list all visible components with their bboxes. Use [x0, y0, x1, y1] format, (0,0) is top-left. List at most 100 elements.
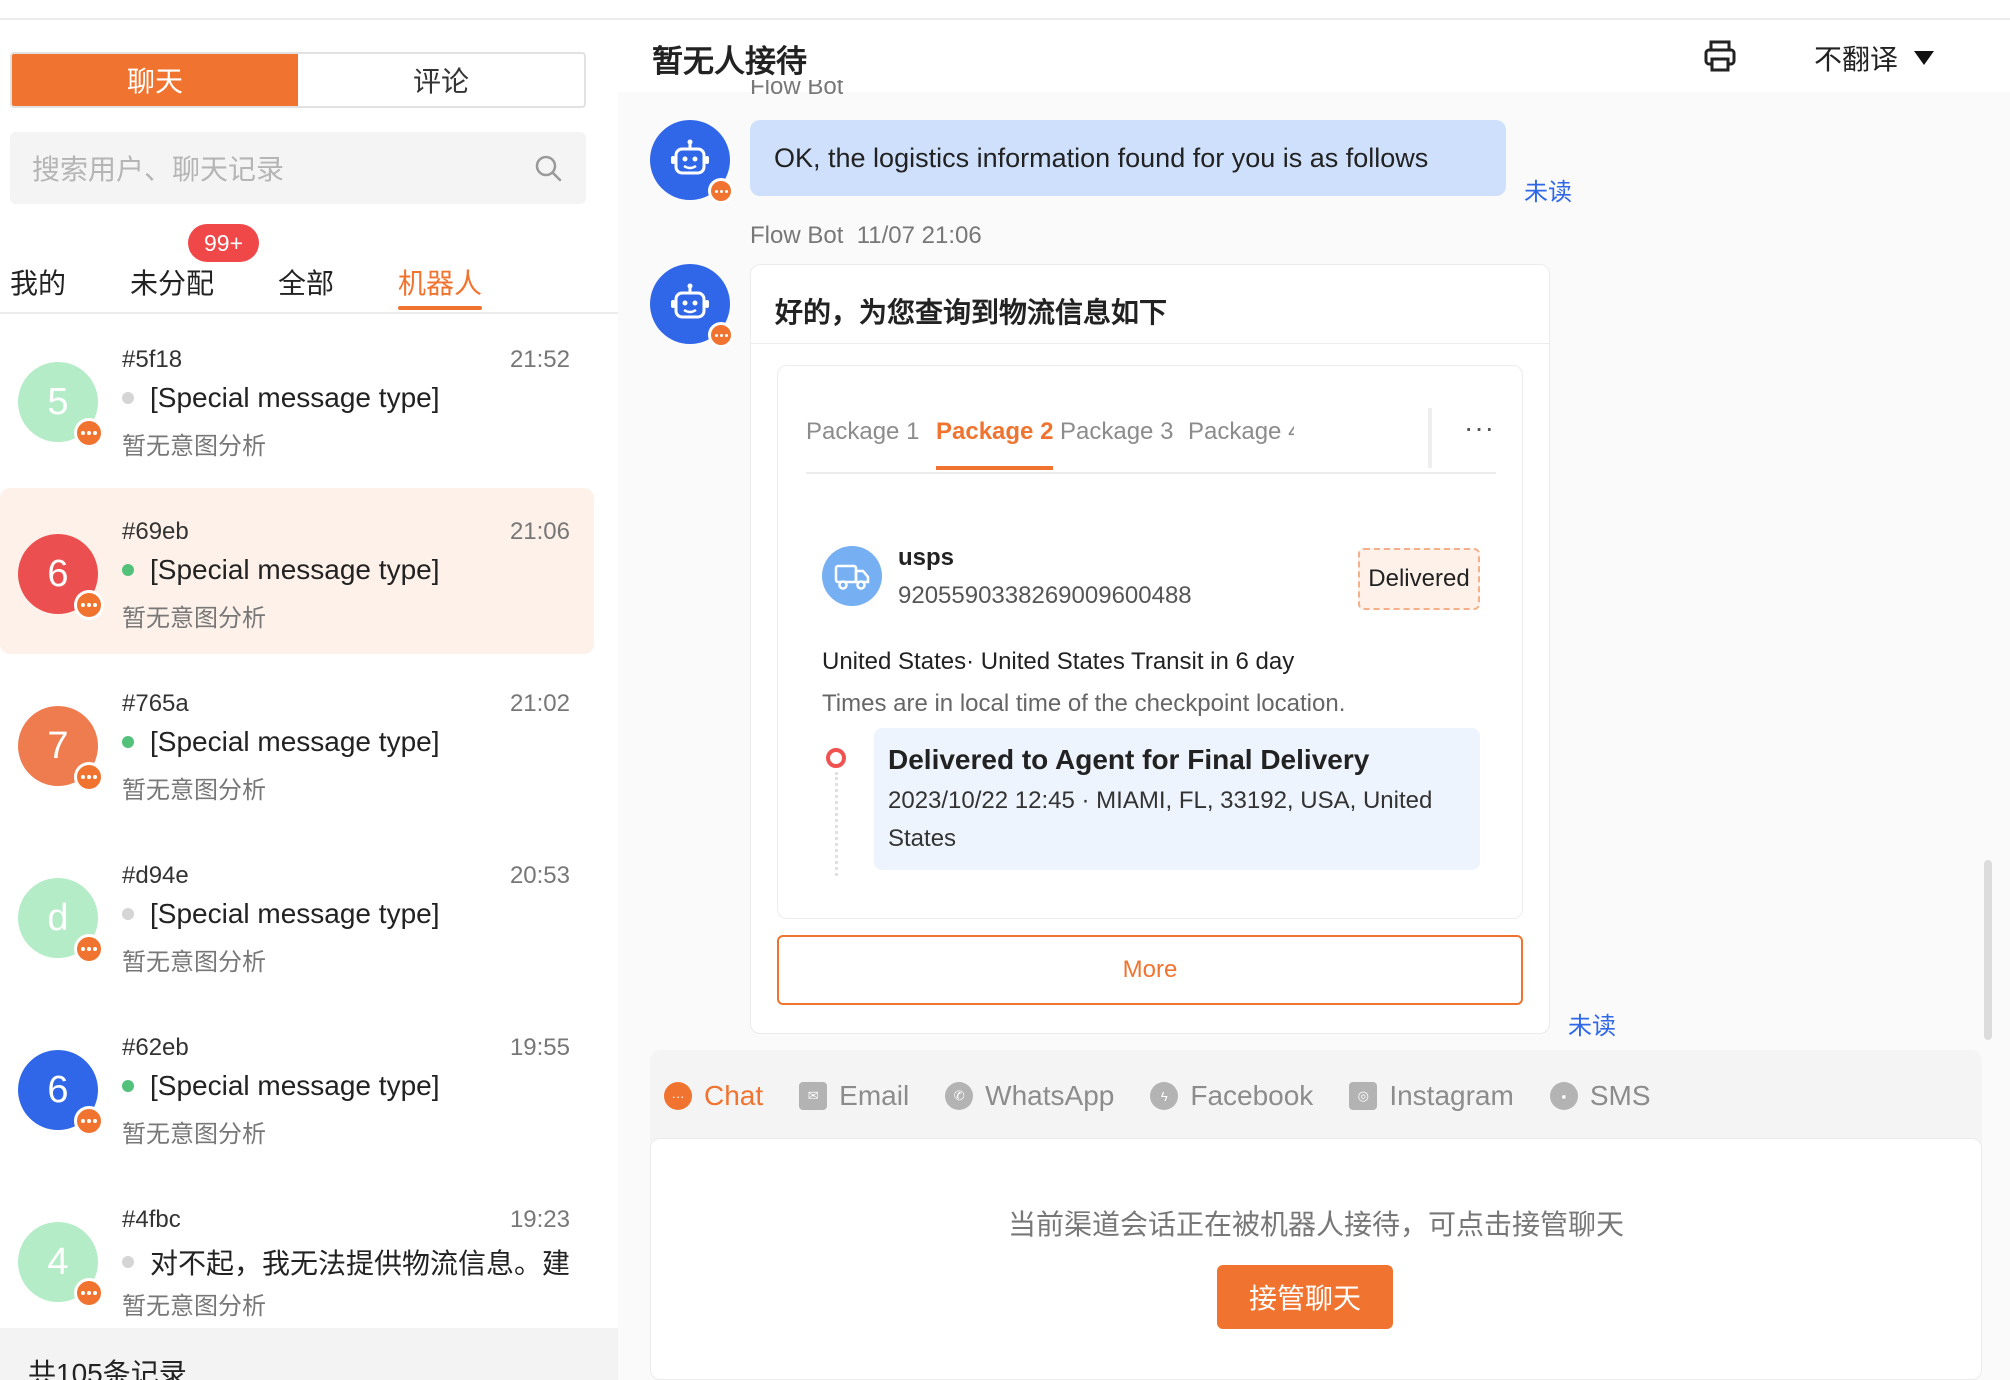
avatar-initial: 6 — [47, 552, 69, 595]
whatsapp-icon: ✆ — [945, 1082, 974, 1110]
search-input[interactable]: 搜索用户、聊天记录 — [32, 148, 532, 188]
conversation-time: 20:53 — [509, 862, 570, 889]
takeover-chat-button[interactable]: 接管聊天 — [1217, 1265, 1393, 1329]
chat-channel-icon — [74, 762, 104, 792]
conversation-time: 19:55 — [509, 1034, 570, 1061]
toggle-comment[interactable]: 评论 — [298, 54, 584, 106]
conversation-item[interactable]: 5 #5f18 21:52 [Special message type] 暂无意图分析 — [0, 316, 594, 482]
last-message-text: [Special message type] — [150, 382, 440, 413]
tab-unassigned-label: 未分配 — [130, 268, 215, 299]
more-button[interactable]: More — [777, 935, 1523, 1005]
avatar-initial: d — [47, 896, 69, 939]
channel-facebook-label: Facebook — [1190, 1080, 1314, 1111]
instagram-icon: ◎ — [1349, 1082, 1378, 1110]
conversation-item[interactable]: 4 #4fbc 19:23 对不起，我无法提供物流信息。建暂无意图分析 — [0, 1176, 594, 1342]
tab-package-3[interactable]: Package 3 — [1060, 418, 1173, 446]
avatar-initial: 7 — [47, 724, 69, 767]
event-detail: 2023/10/22 12:45 · MIAMI, FL, 33192, USA… — [888, 787, 1433, 852]
last-message-text: [Special message type] — [150, 1070, 440, 1101]
translate-label: 不翻译 — [1814, 44, 1899, 75]
chat-channel-icon — [708, 178, 734, 204]
chat-channel-icon — [74, 934, 104, 964]
caret-down-icon — [1914, 51, 1935, 65]
avatar: 6 — [18, 1050, 104, 1136]
chat-icon: ··· — [664, 1082, 692, 1110]
search-box[interactable]: 搜索用户、聊天记录 — [10, 132, 586, 204]
conversation-item[interactable]: 7 #765a 21:02 [Special message type] 暂无意图分析 — [0, 660, 594, 826]
intent-label: 暂无意图分析 — [122, 1293, 266, 1320]
last-message: [Special message type] — [122, 898, 572, 930]
last-message-text: 对不起，我无法提供物流信息。建 — [150, 1248, 571, 1279]
record-count: 共105条记录 — [28, 1358, 187, 1380]
tab-mine[interactable]: 我的 — [10, 262, 66, 302]
channel-instagram[interactable]: ◎ Instagram — [1349, 1080, 1514, 1112]
channel-sms[interactable]: ▪ SMS — [1549, 1080, 1651, 1112]
tab-all[interactable]: 全部 — [278, 262, 334, 302]
last-message: [Special message type] — [122, 1070, 572, 1102]
search-icon[interactable] — [532, 152, 564, 184]
conversation-item[interactable]: 6 #69eb 21:06 [Special message type] 暂无意图分析 — [0, 488, 594, 654]
bot-message-bubble: OK, the logistics information found for … — [750, 120, 1506, 196]
conversation-time: 19:23 — [509, 1206, 570, 1233]
channel-instagram-label: Instagram — [1389, 1080, 1514, 1111]
tab-bot[interactable]: 机器人 — [398, 262, 483, 310]
unread-label: 未读 — [1568, 1013, 1616, 1040]
channel-tabs: ··· Chat ✉ Email ✆ WhatsApp ϟ Facebook ◎ Inst… — [664, 1072, 1687, 1120]
channel-email[interactable]: ✉ Email — [799, 1080, 909, 1112]
avatar: d — [18, 878, 104, 964]
avatar: 4 — [18, 1222, 104, 1308]
timeline-dot — [826, 748, 846, 768]
last-message-text: [Special message type] — [150, 726, 440, 757]
conversation-panel: 聊天 评论 搜索用户、聊天记录 我的 未分配 99+ 全部 机器人 5 #5f18… — [0, 20, 618, 1380]
robot-icon — [671, 139, 709, 175]
last-message: [Special message type] — [122, 382, 572, 414]
tab-package-1[interactable]: Package 1 — [806, 418, 919, 446]
record-count-bar: 共105条记录 — [0, 1328, 618, 1380]
channel-facebook[interactable]: ϟ Facebook — [1150, 1080, 1313, 1112]
intent-label: 暂无意图分析 — [122, 1121, 266, 1148]
chat-channel-icon — [708, 322, 734, 348]
conversation-time: 21:52 — [509, 346, 570, 373]
card-divider — [751, 343, 1549, 344]
avatar-initial: 5 — [47, 380, 69, 423]
unassigned-count-badge: 99+ — [188, 224, 260, 262]
bot-handling-notice: 当前渠道会话正在被机器人接待，可点击接管聊天 — [1007, 1209, 1624, 1240]
bot-avatar — [650, 264, 734, 348]
unread-label: 未读 — [1524, 179, 1572, 206]
channel-whatsapp[interactable]: ✆ WhatsApp — [945, 1080, 1114, 1112]
package-tabs: Package 1 Package 2 Package 3 Package 4 … — [806, 408, 1496, 474]
conversation-item[interactable]: 6 #62eb 19:55 [Special message type] 暂无意图分析 — [0, 1004, 594, 1170]
avatar: 5 — [18, 362, 104, 448]
intent-label: 暂无意图分析 — [122, 433, 266, 460]
last-message-text: [Special message type] — [150, 554, 440, 585]
avatar: 7 — [18, 706, 104, 792]
channel-email-label: Email — [839, 1080, 910, 1111]
print-icon[interactable] — [1702, 38, 1738, 74]
logistics-card: 好的，为您查询到物流信息如下 Package 1 Package 2 Packa… — [750, 264, 1550, 1034]
event-title: Delivered to Agent for Final Delivery — [888, 744, 1370, 775]
tab-package-2[interactable]: Package 2 — [936, 418, 1054, 470]
conversation-id: #4fbc — [122, 1206, 181, 1233]
conversation-item[interactable]: d #d94e 20:53 [Special message type] 暂无意图分析 — [0, 832, 594, 998]
clipped-sender-name: Flow Bot — [750, 80, 844, 100]
channel-chat-label: Chat — [704, 1080, 764, 1111]
conversation-time: 21:02 — [509, 690, 570, 717]
chat-scrollbar[interactable] — [1984, 860, 1992, 1040]
translate-select[interactable]: 不翻译 — [1814, 38, 1935, 78]
toggle-chat[interactable]: 聊天 — [12, 54, 298, 106]
more-tabs-icon[interactable]: ··· — [1464, 412, 1495, 444]
transit-route: United States· United States Transit in … — [822, 648, 1295, 675]
channel-sms-label: SMS — [1589, 1080, 1651, 1111]
channel-chat[interactable]: ··· Chat — [664, 1080, 763, 1112]
status-dot — [122, 1256, 134, 1268]
tab-unassigned[interactable]: 未分配 99+ — [130, 224, 260, 302]
avatar-initial: 4 — [47, 1240, 69, 1283]
chat-channel-icon — [74, 1106, 104, 1136]
sender-name: Flow Bot — [750, 222, 844, 249]
channel-whatsapp-label: WhatsApp — [985, 1080, 1115, 1111]
chat-channel-icon — [74, 1278, 104, 1308]
tab-package-4[interactable]: Package 4 — [1188, 418, 1294, 446]
messenger-icon: ϟ — [1150, 1082, 1179, 1110]
tracking-event: Delivered to Agent for Final Delivery 20… — [874, 728, 1480, 870]
message-meta: Flow Bot 11/07 21:06 — [750, 222, 982, 250]
